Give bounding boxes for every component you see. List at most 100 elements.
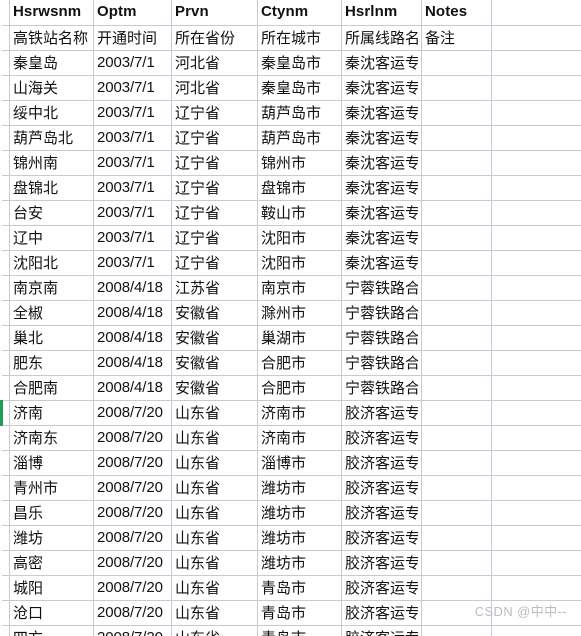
- cell-ctynm[interactable]: 南京市: [257, 275, 342, 301]
- cell-ctynm[interactable]: 潍坊市: [257, 475, 342, 501]
- table-row[interactable]: 锦州南2003/7/1辽宁省锦州市秦沈客运专线: [1, 150, 581, 176]
- row-gutter[interactable]: [1, 200, 10, 226]
- column-header-prvn[interactable]: Prvn: [171, 0, 258, 26]
- cell-extra[interactable]: [491, 575, 581, 601]
- cell-ctynm[interactable]: 秦皇岛市: [257, 75, 342, 101]
- cell-optm[interactable]: 2008/7/20: [93, 475, 172, 501]
- cell-notes[interactable]: [421, 550, 492, 576]
- table-row[interactable]: 城阳2008/7/20山东省青岛市胶济客运专线: [1, 575, 581, 601]
- cell-prvn[interactable]: 辽宁省: [171, 200, 258, 226]
- row-gutter[interactable]: [1, 525, 10, 551]
- cell-hsrlnm[interactable]: 秦沈客运专线: [341, 75, 422, 101]
- cell-optm[interactable]: 2008/4/18: [93, 375, 172, 401]
- table-row[interactable]: 辽中2003/7/1辽宁省沈阳市秦沈客运专线: [1, 225, 581, 251]
- cell-notes[interactable]: [421, 150, 492, 176]
- table-row[interactable]: 昌乐2008/7/20山东省潍坊市胶济客运专线: [1, 500, 581, 526]
- table-row[interactable]: 秦皇岛2003/7/1河北省秦皇岛市秦沈客运专线: [1, 50, 581, 76]
- cell-extra[interactable]: [491, 500, 581, 526]
- row-gutter[interactable]: [1, 375, 10, 401]
- cell-notes[interactable]: [421, 250, 492, 276]
- column-subheader-optm[interactable]: 开通时间: [93, 25, 172, 51]
- cell-notes[interactable]: [421, 475, 492, 501]
- cell-hsrwsnm[interactable]: 济南东: [9, 425, 94, 451]
- cell-prvn[interactable]: 安徽省: [171, 325, 258, 351]
- cell-hsrlnm[interactable]: 秦沈客运专线: [341, 225, 422, 251]
- cell-hsrwsnm[interactable]: 潍坊: [9, 525, 94, 551]
- row-gutter[interactable]: [1, 225, 10, 251]
- cell-ctynm[interactable]: 淄博市: [257, 450, 342, 476]
- cell-prvn[interactable]: 辽宁省: [171, 125, 258, 151]
- table-row[interactable]: 沧口2008/7/20山东省青岛市胶济客运专线: [1, 600, 581, 626]
- cell-ctynm[interactable]: 青岛市: [257, 625, 342, 636]
- cell-hsrwsnm[interactable]: 四方: [9, 625, 94, 636]
- cell-optm[interactable]: 2003/7/1: [93, 250, 172, 276]
- cell-hsrlnm[interactable]: 秦沈客运专线: [341, 125, 422, 151]
- cell-hsrwsnm[interactable]: 沈阳北: [9, 250, 94, 276]
- cell-ctynm[interactable]: 青岛市: [257, 600, 342, 626]
- cell-prvn[interactable]: 山东省: [171, 600, 258, 626]
- row-gutter[interactable]: [1, 450, 10, 476]
- table-row[interactable]: 巢北2008/4/18安徽省巢湖市宁蓉铁路合宁段: [1, 325, 581, 351]
- cell-prvn[interactable]: 山东省: [171, 425, 258, 451]
- table-row[interactable]: 葫芦岛北2003/7/1辽宁省葫芦岛市秦沈客运专线: [1, 125, 581, 151]
- row-gutter[interactable]: [1, 300, 10, 326]
- row-gutter[interactable]: [1, 50, 10, 76]
- cell-extra[interactable]: [491, 225, 581, 251]
- cell-extra[interactable]: [491, 525, 581, 551]
- column-header-notes[interactable]: Notes: [421, 0, 492, 26]
- cell-extra[interactable]: [491, 175, 581, 201]
- table-row[interactable]: 绥中北2003/7/1辽宁省葫芦岛市秦沈客运专线: [1, 100, 581, 126]
- cell-hsrwsnm[interactable]: 锦州南: [9, 150, 94, 176]
- column-header-extra[interactable]: [491, 0, 581, 26]
- cell-hsrwsnm[interactable]: 葫芦岛北: [9, 125, 94, 151]
- cell-hsrlnm[interactable]: 秦沈客运专线: [341, 200, 422, 226]
- cell-optm[interactable]: 2003/7/1: [93, 150, 172, 176]
- cell-hsrwsnm[interactable]: 绥中北: [9, 100, 94, 126]
- cell-hsrwsnm[interactable]: 盘锦北: [9, 175, 94, 201]
- cell-hsrlnm[interactable]: 胶济客运专线: [341, 425, 422, 451]
- cell-hsrwsnm[interactable]: 山海关: [9, 75, 94, 101]
- cell-prvn[interactable]: 安徽省: [171, 300, 258, 326]
- row-gutter[interactable]: [1, 125, 10, 151]
- cell-prvn[interactable]: 辽宁省: [171, 250, 258, 276]
- cell-prvn[interactable]: 山东省: [171, 575, 258, 601]
- cell-extra[interactable]: [491, 625, 581, 636]
- spreadsheet-grid[interactable]: Hsrwsnm Optm Prvn Ctynm Hsrlnm Notes 高铁站名称 开通时间…: [0, 0, 581, 636]
- cell-ctynm[interactable]: 沈阳市: [257, 250, 342, 276]
- cell-notes[interactable]: [421, 225, 492, 251]
- cell-extra[interactable]: [491, 150, 581, 176]
- cell-extra[interactable]: [491, 200, 581, 226]
- column-subheader-notes[interactable]: 备注: [421, 25, 492, 51]
- cell-ctynm[interactable]: 葫芦岛市: [257, 100, 342, 126]
- cell-notes[interactable]: [421, 425, 492, 451]
- cell-prvn[interactable]: 河北省: [171, 75, 258, 101]
- cell-optm[interactable]: 2003/7/1: [93, 175, 172, 201]
- cell-prvn[interactable]: 辽宁省: [171, 175, 258, 201]
- cell-ctynm[interactable]: 葫芦岛市: [257, 125, 342, 151]
- cell-notes[interactable]: [421, 450, 492, 476]
- cell-hsrlnm[interactable]: 胶济客运专线: [341, 400, 422, 426]
- cell-hsrwsnm[interactable]: 济南: [9, 400, 94, 426]
- cell-extra[interactable]: [491, 600, 581, 626]
- cell-notes[interactable]: [421, 175, 492, 201]
- cell-notes[interactable]: [421, 100, 492, 126]
- cell-ctynm[interactable]: 济南市: [257, 425, 342, 451]
- cell-hsrwsnm[interactable]: 秦皇岛: [9, 50, 94, 76]
- table-row[interactable]: 山海关2003/7/1河北省秦皇岛市秦沈客运专线: [1, 75, 581, 101]
- row-gutter[interactable]: [1, 425, 10, 451]
- cell-extra[interactable]: [491, 475, 581, 501]
- cell-ctynm[interactable]: 滁州市: [257, 300, 342, 326]
- cell-ctynm[interactable]: 锦州市: [257, 150, 342, 176]
- cell-optm[interactable]: 2008/7/20: [93, 425, 172, 451]
- cell-notes[interactable]: [421, 275, 492, 301]
- cell-notes[interactable]: [421, 125, 492, 151]
- cell-extra[interactable]: [491, 400, 581, 426]
- cell-hsrwsnm[interactable]: 台安: [9, 200, 94, 226]
- cell-hsrlnm[interactable]: 宁蓉铁路合宁段: [341, 275, 422, 301]
- cell-hsrlnm[interactable]: 宁蓉铁路合宁段: [341, 350, 422, 376]
- cell-notes[interactable]: [421, 75, 492, 101]
- cell-hsrlnm[interactable]: 秦沈客运专线: [341, 175, 422, 201]
- cell-optm[interactable]: 2008/7/20: [93, 400, 172, 426]
- cell-hsrlnm[interactable]: 胶济客运专线: [341, 625, 422, 636]
- cell-notes[interactable]: [421, 300, 492, 326]
